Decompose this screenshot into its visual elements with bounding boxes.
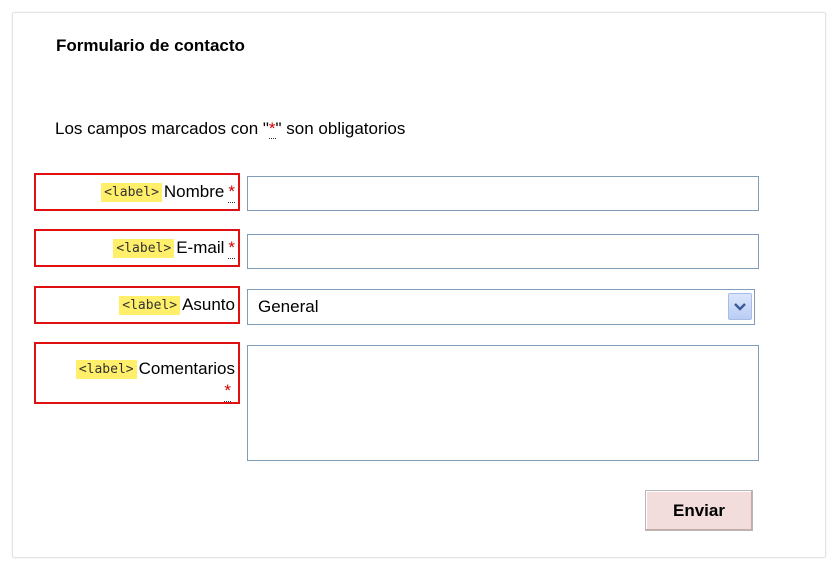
nombre-input[interactable] <box>247 176 759 211</box>
label-nombre[interactable]: <label> Nombre * <box>34 173 240 211</box>
required-asterisk: * <box>228 237 235 259</box>
label-email-text: E-mail <box>176 238 225 257</box>
label-tag-marker: <label> <box>75 359 137 379</box>
required-asterisk: * <box>228 181 235 203</box>
label-asunto[interactable]: <label> Asunto <box>34 286 240 324</box>
label-nombre-text: Nombre <box>163 182 225 201</box>
label-email[interactable]: <label> E-mail * <box>34 229 240 267</box>
comentarios-textarea[interactable] <box>247 345 759 461</box>
form-legend: Formulario de contacto <box>52 36 249 56</box>
required-note: Los campos marcados con "*" son obligato… <box>55 119 405 139</box>
label-comentarios-text: Comentarios <box>138 359 235 378</box>
email-input[interactable] <box>247 234 759 269</box>
label-tag-marker: <label> <box>113 238 175 258</box>
required-note-text-end: " son obligatorios <box>275 119 406 138</box>
submit-button[interactable]: Enviar <box>645 490 753 531</box>
required-asterisk: * <box>224 381 231 402</box>
required-note-text-start: Los campos marcados con " <box>55 119 269 138</box>
asunto-selected-value: General <box>258 297 319 316</box>
label-tag-marker: <label> <box>101 182 162 202</box>
required-note-mark: * <box>268 119 276 139</box>
chevron-down-icon[interactable] <box>728 293 752 320</box>
label-tag-marker: <label> <box>119 295 181 315</box>
label-asunto-text: Asunto <box>182 295 235 314</box>
contact-form-fieldset <box>12 12 826 558</box>
label-comentarios[interactable]: <label> Comentarios * <box>34 342 240 404</box>
asunto-select[interactable]: General <box>247 289 755 325</box>
